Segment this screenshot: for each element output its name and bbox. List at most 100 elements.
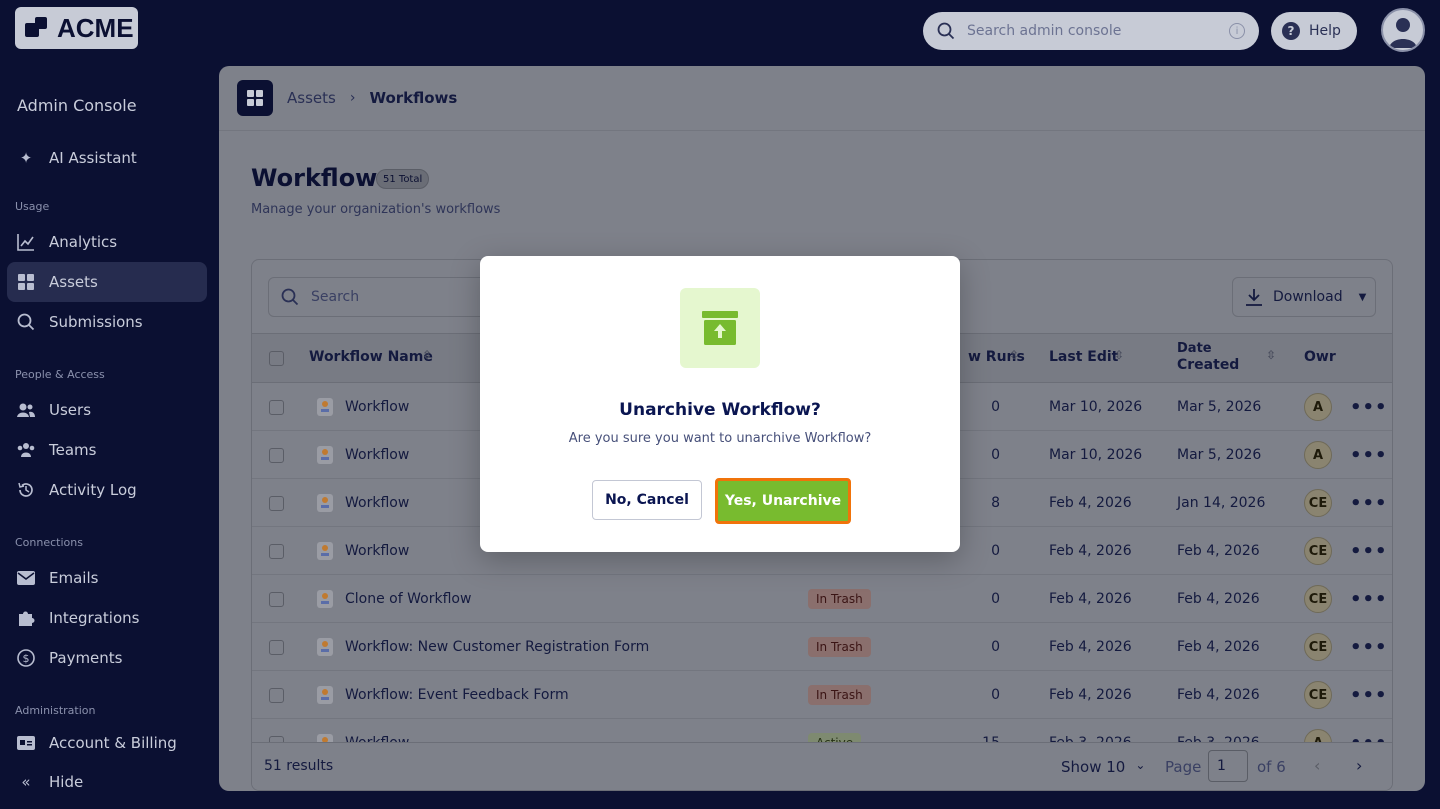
- runs-value: 0: [991, 543, 1000, 559]
- workflow-name-cell[interactable]: Workflow: [317, 527, 409, 575]
- sidebar-section-connections: Connections: [15, 536, 83, 549]
- assets-home-icon[interactable]: [237, 80, 273, 116]
- row-checkbox[interactable]: [269, 687, 284, 703]
- page-label: Page: [1165, 758, 1202, 776]
- sidebar-item-label: Integrations: [49, 609, 140, 627]
- workflow-name-cell[interactable]: Workflow: [317, 479, 409, 527]
- sidebar-item-analytics[interactable]: Analytics: [7, 222, 207, 262]
- user-avatar[interactable]: [1381, 8, 1425, 52]
- sidebar-title: Admin Console: [17, 96, 137, 115]
- sidebar-item-label: Payments: [49, 649, 123, 667]
- sort-icon[interactable]: ⇳: [1009, 348, 1019, 362]
- sidebar-item-submissions[interactable]: Submissions: [7, 302, 207, 342]
- breadcrumb-current: Workflows: [369, 89, 458, 107]
- download-button[interactable]: Download ▼: [1232, 277, 1376, 317]
- col-workflow-name[interactable]: Workflow Name: [309, 349, 433, 365]
- sidebar-item-payments[interactable]: $ Payments: [7, 638, 207, 678]
- last-edit-value: Feb 4, 2026: [1049, 591, 1132, 607]
- cancel-button[interactable]: No, Cancel: [592, 480, 702, 520]
- row-checkbox[interactable]: [269, 399, 284, 415]
- workflow-name-cell[interactable]: Workflow: Event Feedback Form: [317, 671, 569, 719]
- double-chevron-left-icon: «: [21, 773, 31, 791]
- sort-icon[interactable]: ⇳: [422, 348, 432, 362]
- chevron-down-icon: ⌄: [1135, 758, 1146, 772]
- sidebar-section-usage: Usage: [15, 200, 50, 213]
- row-checkbox[interactable]: [269, 543, 284, 559]
- sidebar-item-integrations[interactable]: Integrations: [7, 598, 207, 638]
- owner-avatar: A: [1304, 441, 1332, 469]
- sidebar-item-teams[interactable]: Teams: [7, 430, 207, 470]
- last-edit-value: Mar 10, 2026: [1049, 399, 1143, 415]
- runs-value: 0: [991, 447, 1000, 463]
- more-options-icon[interactable]: •••: [1350, 445, 1388, 466]
- col-last-edit[interactable]: Last Edit: [1049, 349, 1118, 365]
- sidebar-item-account-billing[interactable]: Account & Billing: [7, 726, 207, 760]
- select-all-checkbox[interactable]: [269, 351, 284, 366]
- workflow-name: Clone of Workflow: [345, 591, 472, 607]
- last-edit-value: Mar 10, 2026: [1049, 447, 1143, 463]
- sidebar-item-label: Hide: [49, 773, 84, 791]
- date-created-value: Mar 5, 2026: [1177, 447, 1262, 463]
- admin-search-input[interactable]: Search admin console i: [923, 12, 1259, 50]
- search-icon: [937, 22, 955, 40]
- page-title: Workflows: [251, 164, 392, 192]
- sidebar: Admin Console ✦ AI Assistant Usage Analy…: [0, 66, 219, 809]
- download-label: Download: [1273, 289, 1343, 305]
- last-edit-value: Feb 4, 2026: [1049, 495, 1132, 511]
- workflow-name-cell[interactable]: Workflow: [317, 383, 409, 431]
- page-size-select[interactable]: Show 10 ⌄: [1061, 758, 1145, 776]
- sidebar-item-label: Users: [49, 401, 92, 419]
- workflow-icon: [317, 542, 333, 560]
- col-date-created-line1[interactable]: Date: [1177, 341, 1212, 356]
- page-number-input[interactable]: 1: [1208, 750, 1248, 782]
- sidebar-item-label: Activity Log: [49, 481, 137, 499]
- page-total-label: of 6: [1257, 758, 1286, 776]
- archive-icon: [680, 288, 760, 368]
- svg-text:$: $: [23, 652, 30, 665]
- workflow-name-cell[interactable]: Workflow: [317, 431, 409, 479]
- sidebar-item-emails[interactable]: Emails: [7, 558, 207, 598]
- row-checkbox[interactable]: [269, 591, 284, 607]
- status-badge: In Trash: [808, 589, 871, 609]
- sidebar-hide-button[interactable]: « Hide: [7, 762, 207, 802]
- col-date-created-line2[interactable]: Created: [1177, 357, 1239, 373]
- more-options-icon[interactable]: •••: [1350, 637, 1388, 658]
- logo-text: ACME: [57, 12, 134, 43]
- more-options-icon[interactable]: •••: [1350, 541, 1388, 562]
- table-row[interactable]: Clone of Workflow In Trash 0 Feb 4, 2026 Feb…: [252, 575, 1392, 623]
- sidebar-item-label: Account & Billing: [49, 734, 177, 752]
- breadcrumb-assets-link[interactable]: Assets: [287, 89, 336, 107]
- sidebar-item-activity-log[interactable]: Activity Log: [7, 470, 207, 510]
- help-button[interactable]: ? Help: [1271, 12, 1357, 50]
- more-options-icon[interactable]: •••: [1350, 493, 1388, 514]
- next-page-icon[interactable]: ›: [1356, 756, 1362, 775]
- download-icon: [1246, 289, 1262, 306]
- prev-page-icon[interactable]: ‹: [1314, 756, 1320, 775]
- status-badge: In Trash: [808, 637, 871, 657]
- table-row[interactable]: Workflow: Event Feedback Form In Trash 0 Fe…: [252, 671, 1392, 719]
- question-icon: ?: [1282, 22, 1300, 40]
- status-badge: In Trash: [808, 685, 871, 705]
- table-row[interactable]: Workflow: New Customer Registration Form…: [252, 623, 1392, 671]
- more-options-icon[interactable]: •••: [1350, 397, 1388, 418]
- confirm-unarchive-button[interactable]: Yes, Unarchive: [715, 478, 851, 524]
- workflow-name-cell[interactable]: Workflow: New Customer Registration Form: [317, 623, 649, 671]
- sort-icon[interactable]: ⇳: [1114, 348, 1124, 362]
- sidebar-item-users[interactable]: Users: [7, 390, 207, 430]
- sidebar-item-ai-assistant[interactable]: ✦ AI Assistant: [7, 138, 207, 178]
- sidebar-item-assets[interactable]: Assets: [7, 262, 207, 302]
- row-checkbox[interactable]: [269, 495, 284, 511]
- more-options-icon[interactable]: •••: [1350, 685, 1388, 706]
- chart-line-icon: [17, 233, 35, 251]
- workflow-name-cell[interactable]: Clone of Workflow: [317, 575, 471, 623]
- info-icon[interactable]: i: [1229, 23, 1245, 39]
- acme-logo[interactable]: ACME: [15, 7, 138, 49]
- breadcrumb: Assets › Workflows: [219, 66, 1425, 131]
- row-checkbox[interactable]: [269, 447, 284, 463]
- more-options-icon[interactable]: •••: [1350, 589, 1388, 610]
- col-owner[interactable]: Owr: [1304, 349, 1336, 365]
- row-checkbox[interactable]: [269, 639, 284, 655]
- date-created-value: Feb 4, 2026: [1177, 639, 1260, 655]
- workflow-name: Workflow: [345, 543, 410, 559]
- sort-icon[interactable]: ⇳: [1266, 348, 1276, 362]
